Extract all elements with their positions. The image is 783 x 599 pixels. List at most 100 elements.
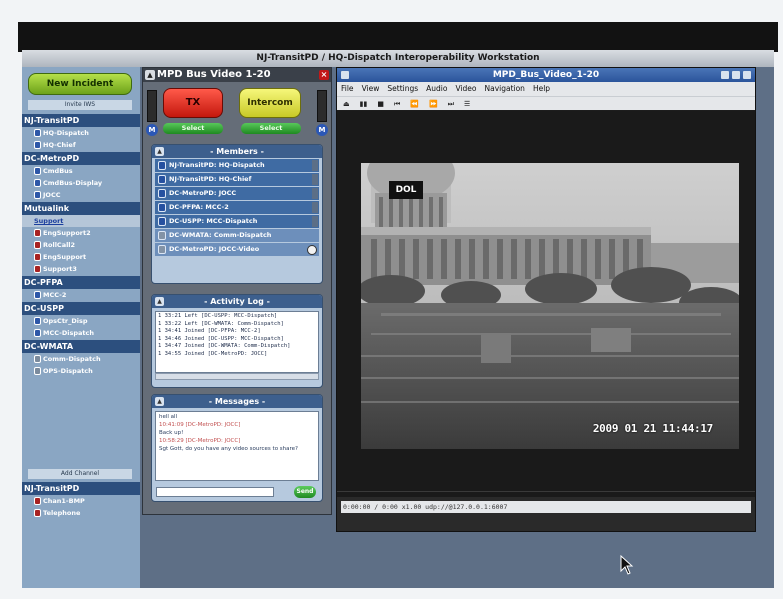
- member-row[interactable]: DC-USPP: MCC-Dispatch: [155, 215, 319, 228]
- stop-icon[interactable]: ■: [377, 97, 384, 110]
- channel-group[interactable]: NJ-TransitPD: [22, 482, 140, 495]
- phone-icon: [34, 367, 41, 375]
- window-menu-icon[interactable]: [341, 71, 349, 79]
- tx-button[interactable]: TX: [163, 88, 223, 118]
- video-area[interactable]: DOL 2009 01 21 11:44:17: [337, 111, 755, 491]
- horizontal-scrollbar[interactable]: [155, 373, 319, 380]
- rewind-icon[interactable]: ⏪: [410, 97, 419, 110]
- eject-icon[interactable]: ⏏: [343, 97, 350, 110]
- tree-item[interactable]: CmdBus: [22, 165, 140, 177]
- menu-file[interactable]: File: [341, 82, 354, 96]
- menu-audio[interactable]: Audio: [426, 82, 447, 96]
- radio-icon: [158, 161, 166, 170]
- group-dc-pfpa[interactable]: DC-PFPA: [22, 276, 140, 289]
- minimize-icon[interactable]: [721, 71, 729, 79]
- previous-icon[interactable]: ⏮: [394, 97, 400, 110]
- tree-item[interactable]: RollCall2: [22, 239, 140, 251]
- workstation-screen: NJ-TransitPD / HQ-Dispatch Interoperabil…: [22, 50, 774, 588]
- radio-icon: [34, 317, 41, 325]
- video-timestamp: 2009 01 21 11:44:17: [592, 422, 713, 435]
- collapse-icon[interactable]: ▲: [155, 147, 164, 156]
- messages-header: ▲ - Messages -: [152, 395, 322, 408]
- invite-iws-button[interactable]: Invite IWS: [28, 100, 132, 110]
- message-body: hell all: [159, 414, 178, 420]
- video-status-area: 0:00:00 / 0:00 x1.00 udp://@127.0.0.1:60…: [337, 491, 755, 531]
- member-row[interactable]: DC-PFPA: MCC-2: [155, 201, 319, 214]
- menu-video[interactable]: Video: [455, 82, 476, 96]
- close-icon[interactable]: [743, 71, 751, 79]
- tree-item[interactable]: EngSupport: [22, 251, 140, 263]
- radio-icon: [34, 141, 41, 149]
- select-tx-button[interactable]: Select: [163, 123, 223, 134]
- radio-icon: [34, 329, 41, 337]
- tree-item[interactable]: Chan1-BMP: [22, 495, 140, 507]
- collapse-icon[interactable]: ▲: [155, 397, 164, 406]
- tree-item[interactable]: MCC-Dispatch: [22, 327, 140, 339]
- video-toolbar: ⏏ ▮▮ ■ ⏮ ⏪ ⏩ ⏭ ☰: [337, 96, 755, 110]
- log-line: 1 34:46 Joined [DC-USPP: MCC-Dispatch]: [158, 335, 284, 342]
- menu-navigation[interactable]: Navigation: [484, 82, 524, 96]
- group-nj-transitpd[interactable]: NJ-TransitPD: [22, 114, 140, 127]
- collapse-icon[interactable]: ▲: [145, 70, 155, 80]
- tree-item[interactable]: OpsCtr_Disp: [22, 315, 140, 327]
- tree-item[interactable]: EngSupport2: [22, 227, 140, 239]
- member-row[interactable]: DC-WMATA: Comm-Dispatch: [155, 229, 319, 242]
- group-dc-wmata[interactable]: DC-WMATA: [22, 340, 140, 353]
- message-body: Back up!: [159, 430, 184, 436]
- menu-view[interactable]: View: [362, 82, 380, 96]
- fast-forward-icon[interactable]: ⏩: [429, 97, 438, 110]
- organization-tree: NJ-TransitPD HQ-Dispatch HQ-Chief DC-Met…: [22, 113, 140, 377]
- menu-help[interactable]: Help: [533, 82, 550, 96]
- send-button[interactable]: Send: [294, 486, 316, 498]
- log-line: 1 34:55 Joined [DC-MetroPD: JOCC]: [158, 350, 268, 357]
- pause-icon[interactable]: ▮▮: [360, 97, 368, 110]
- message-sender: 10:41:09 [DC-MetroPD: JOCC]: [159, 422, 241, 428]
- member-row[interactable]: NJ-TransitPD: HQ-Dispatch: [155, 159, 319, 172]
- message-body: Sgt Gott, do you have any video sources …: [159, 446, 298, 452]
- member-row[interactable]: NJ-TransitPD: HQ-Chief: [155, 173, 319, 186]
- select-intercom-button[interactable]: Select: [241, 123, 301, 134]
- member-row[interactable]: DC-MetroPD: JOCC-Video: [155, 243, 319, 256]
- tree-item[interactable]: CmdBus-Display: [22, 177, 140, 189]
- group-dc-uspp[interactable]: DC-USPP: [22, 302, 140, 315]
- message-input[interactable]: [156, 487, 274, 497]
- right-level-meter: [317, 90, 327, 122]
- group-mutualink[interactable]: Mutualink: [22, 202, 140, 215]
- menu-settings[interactable]: Settings: [387, 82, 418, 96]
- radio-icon: [158, 189, 166, 198]
- person-icon: [34, 253, 41, 261]
- tree-item[interactable]: HQ-Chief: [22, 139, 140, 151]
- left-nav: New Incident Invite IWS NJ-TransitPD HQ-…: [22, 67, 140, 588]
- intercom-button[interactable]: Intercom: [239, 88, 301, 118]
- seek-bar[interactable]: [337, 491, 755, 497]
- members-box: ▲ - Members - NJ-TransitPD: HQ-Dispatch N…: [151, 144, 323, 284]
- overlay-tag: DOL: [389, 181, 423, 199]
- monitor-bezel: [18, 22, 778, 52]
- next-icon[interactable]: ⏭: [448, 97, 454, 110]
- add-channel-button[interactable]: Add Channel: [28, 469, 132, 479]
- left-mute-button[interactable]: M: [146, 124, 158, 136]
- playlist-icon[interactable]: ☰: [464, 97, 470, 110]
- log-line: 1 34:47 Joined [DC-WMATA: Comm-Dispatch]: [158, 343, 291, 349]
- support-link[interactable]: Support: [22, 215, 140, 227]
- collapse-icon[interactable]: ▲: [155, 297, 164, 306]
- tree-item[interactable]: Support3: [22, 263, 140, 275]
- maximize-icon[interactable]: [732, 71, 740, 79]
- tree-item[interactable]: Telephone: [22, 507, 140, 519]
- member-row[interactable]: DC-MetroPD: JOCC: [155, 187, 319, 200]
- tree-item[interactable]: MCC-2: [22, 289, 140, 301]
- telephone-icon: [34, 509, 41, 517]
- log-line: 1 34:41 Joined [DC-PFPA: MCC-2]: [158, 328, 261, 334]
- radio-icon: [34, 291, 41, 299]
- tree-item[interactable]: Comm-Dispatch: [22, 353, 140, 365]
- group-dc-metropd[interactable]: DC-MetroPD: [22, 152, 140, 165]
- tree-item[interactable]: HQ-Dispatch: [22, 127, 140, 139]
- right-mute-button[interactable]: M: [316, 124, 328, 136]
- new-incident-button[interactable]: New Incident: [28, 73, 132, 95]
- record-icon[interactable]: [307, 244, 317, 255]
- radio-icon: [34, 191, 41, 199]
- tree-item[interactable]: OPS-Dispatch: [22, 365, 140, 377]
- tree-item[interactable]: JOCC: [22, 189, 140, 201]
- radio-icon: [34, 129, 41, 137]
- close-icon[interactable]: ×: [319, 70, 329, 80]
